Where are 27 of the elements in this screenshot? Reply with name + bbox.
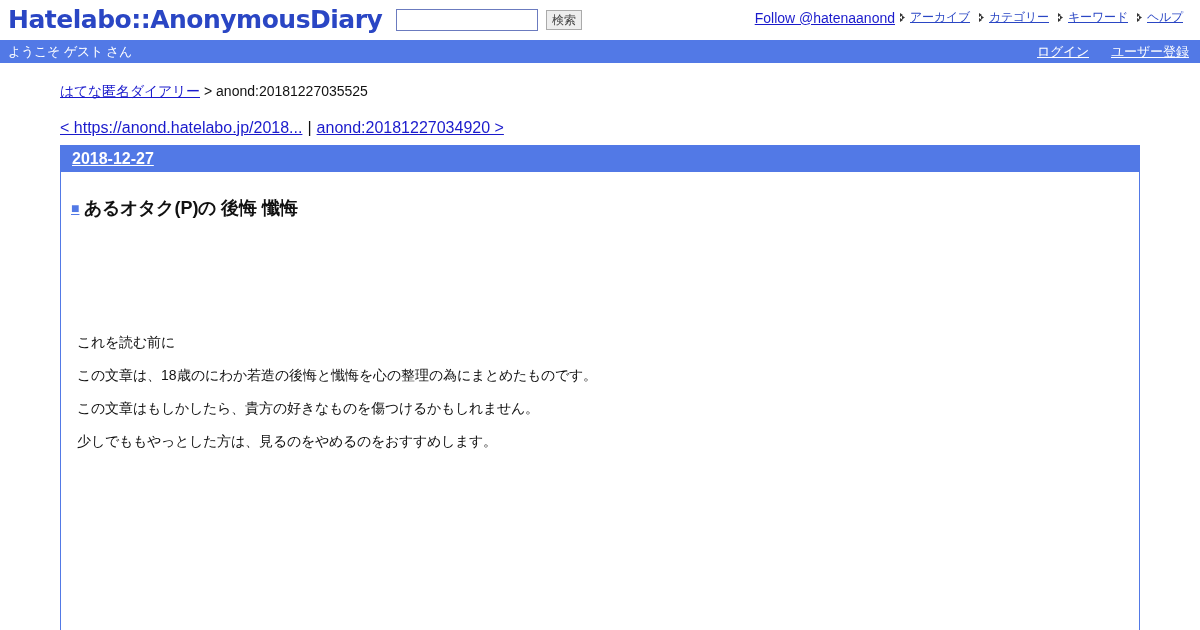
search-field[interactable] [396, 8, 539, 31]
account-link[interactable]: ユーザー登録 [1111, 42, 1189, 61]
nav-link[interactable]: アーカイブ [910, 9, 970, 26]
nav-link[interactable]: キーワード [1068, 9, 1128, 26]
follow-link[interactable]: Follow @hatenaanond [754, 9, 895, 26]
arrow-icon [979, 13, 985, 22]
site-logo[interactable]: Hatelabo::AnonymousDiary [8, 5, 383, 34]
next-link[interactable]: anond:20181227034920 > [316, 119, 504, 137]
prev-link[interactable]: < https://anond.hatelabo.jp/2018... [60, 119, 303, 137]
arrow-icon [1137, 13, 1143, 22]
breadcrumb-current: > anond:20181227035525 [204, 83, 368, 101]
body-paragraph: 少しでももやっとした方は、見るのをやめるのをおすすめします。 [77, 432, 498, 451]
body-paragraph: これを読む前に [77, 333, 176, 352]
arrow-icon [900, 13, 906, 22]
entry-link[interactable]: ■ [71, 200, 80, 216]
greeting-text: ようこそ ゲスト さん [8, 42, 133, 61]
separator-text: | [307, 119, 312, 137]
search-button[interactable]: 検索 [546, 9, 583, 30]
breadcrumb-link[interactable]: はてな匿名ダイアリー [60, 83, 200, 101]
nav-link[interactable]: ヘルプ [1147, 9, 1183, 26]
body-paragraph: この文章はもしかしたら、貴方の好きなものを傷つけるかもしれません。 [77, 399, 540, 418]
arrow-icon [1058, 13, 1064, 22]
nav-link[interactable]: カテゴリー [989, 9, 1049, 26]
account-link[interactable]: ログイン [1037, 42, 1089, 61]
date-link[interactable]: 2018-12-27 [72, 150, 154, 168]
entry-title: あるオタク(P)の 後悔 懺悔 [84, 197, 299, 220]
body-paragraph: この文章は、18歳のにわか若造の後悔と懺悔を心の整理の為にまとめたものです。 [77, 366, 598, 385]
